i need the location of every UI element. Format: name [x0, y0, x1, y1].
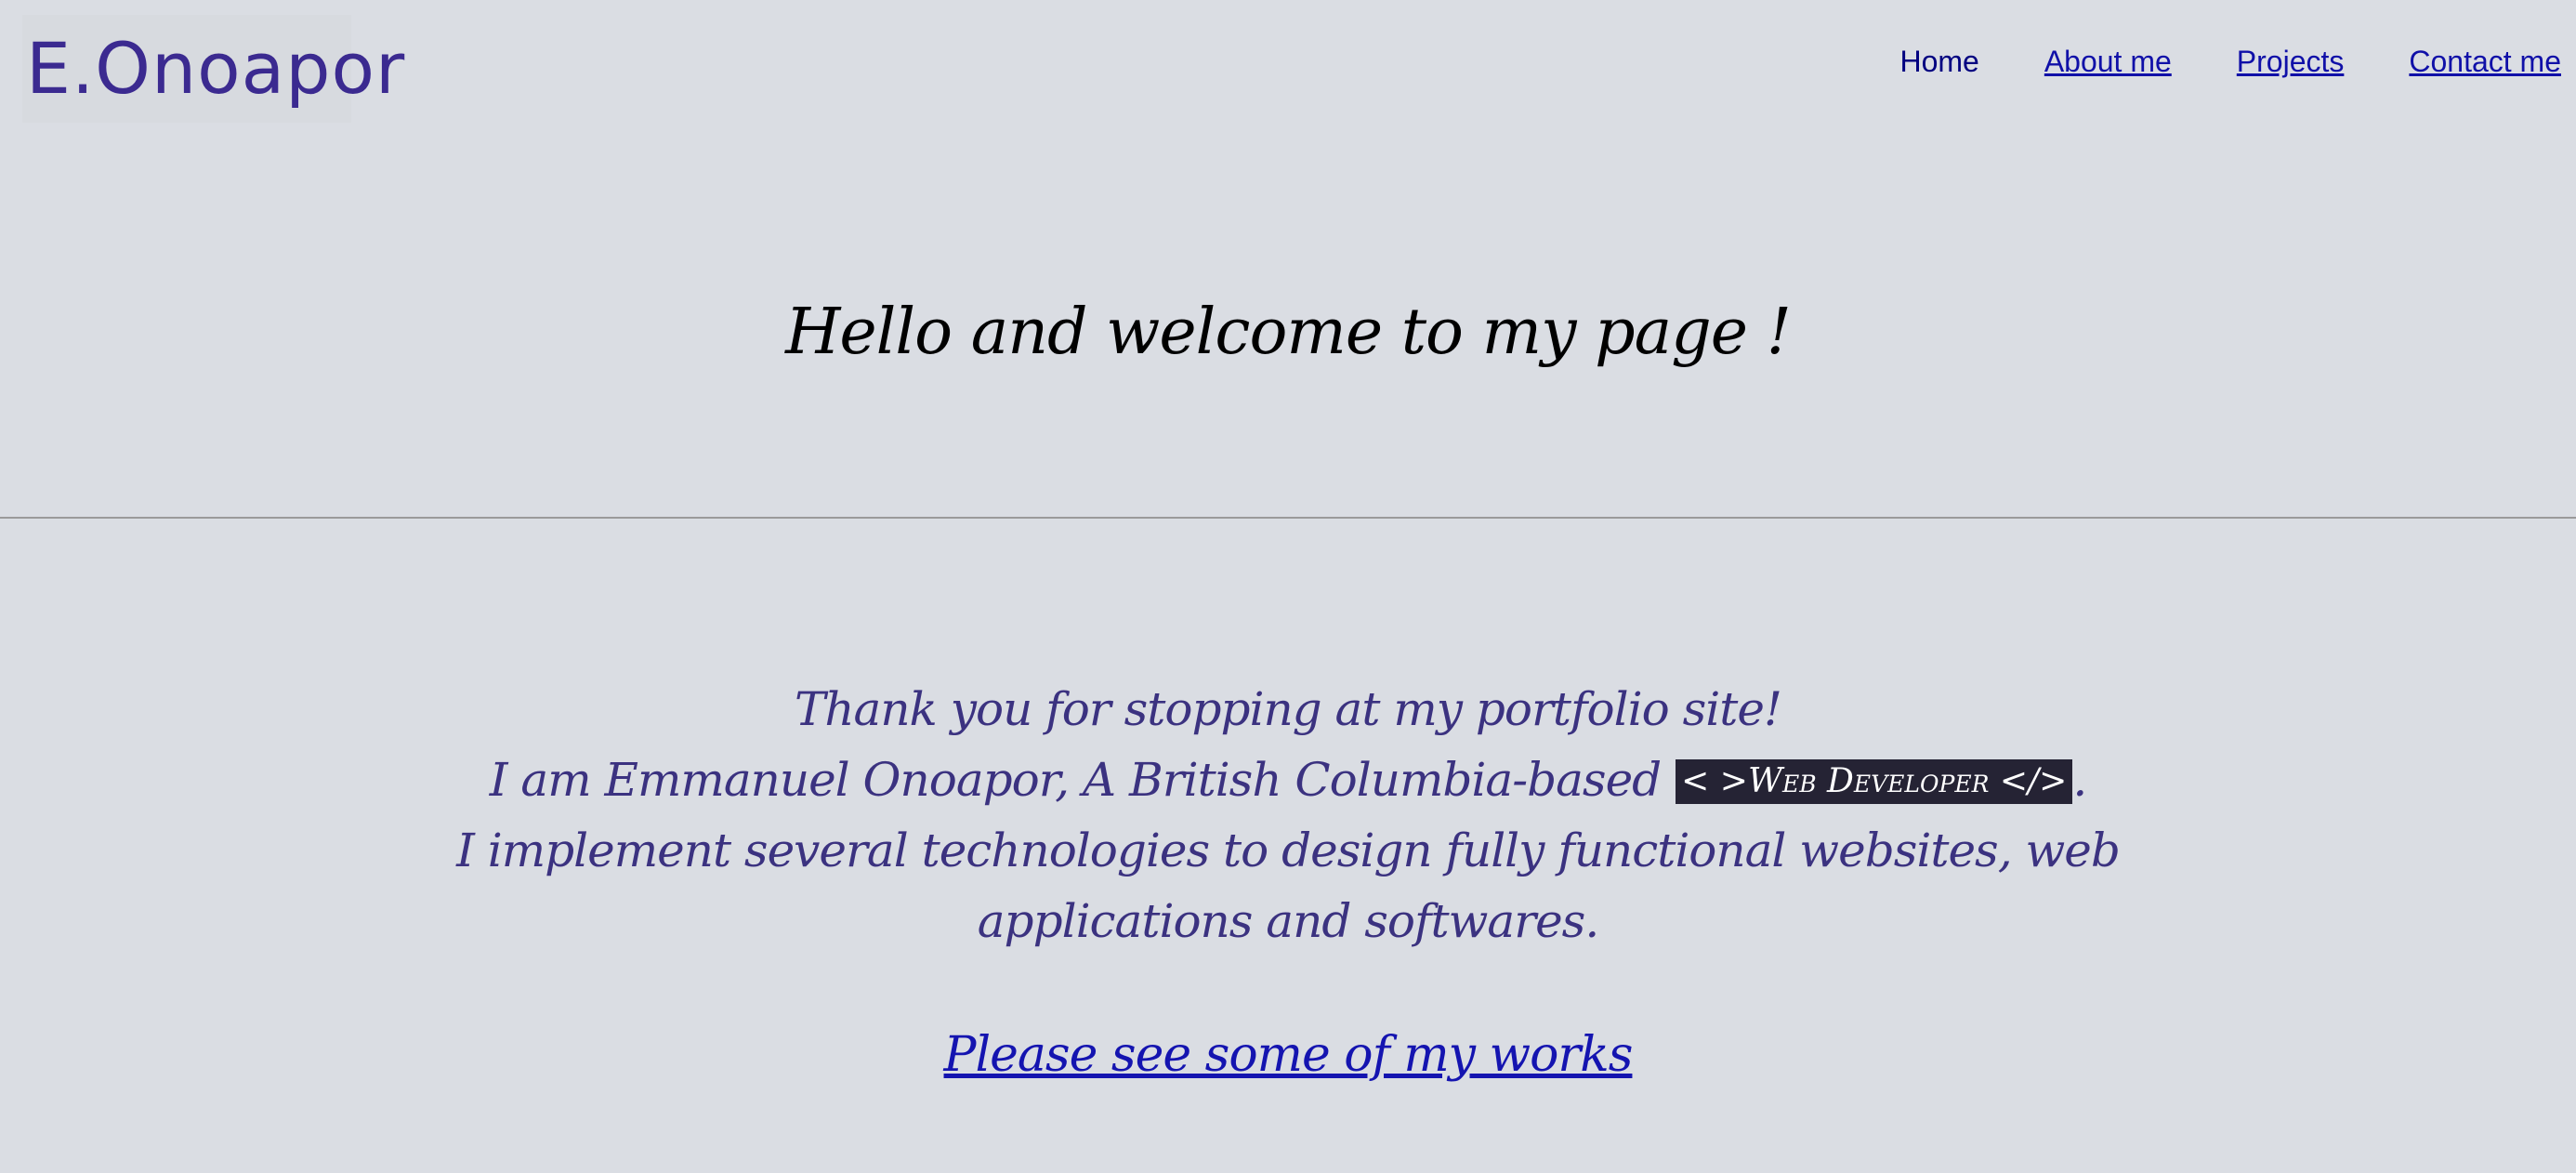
intro-line-3: I implement several technologies to desi…	[456, 824, 2121, 948]
hero-title: Hello and welcome to my page !	[785, 296, 1792, 369]
intro-line-2: I am Emmanuel Onoapor, A British Columbi…	[442, 745, 2134, 815]
section-divider	[0, 517, 2576, 519]
cta-container: Please see some of my works	[0, 1027, 2576, 1083]
intro-line-1: Thank you for stopping at my portfolio s…	[794, 682, 1782, 736]
intro-line-2-period: .	[2072, 753, 2087, 807]
nav-about-link[interactable]: About me	[2044, 45, 2172, 79]
intro-section: Thank you for stopping at my portfolio s…	[0, 674, 2576, 956]
nav-projects-link[interactable]: Projects	[2237, 45, 2345, 79]
site-header: E.Onoapor Home About me Projects Contact…	[0, 0, 2576, 139]
main-nav: Home About me Projects Contact me	[1899, 45, 2561, 79]
see-works-link[interactable]: Please see some of my works	[944, 1027, 1634, 1083]
nav-contact-link[interactable]: Contact me	[2409, 45, 2561, 79]
intro-line-2-text: I am Emmanuel Onoapor, A British Columbi…	[489, 753, 1662, 807]
nav-home-link[interactable]: Home	[1899, 45, 1978, 79]
logo-text: E.Onoapor	[26, 27, 406, 110]
role-badge: < >Web Developer </>	[1676, 759, 2073, 804]
logo[interactable]: E.Onoapor	[22, 15, 404, 123]
